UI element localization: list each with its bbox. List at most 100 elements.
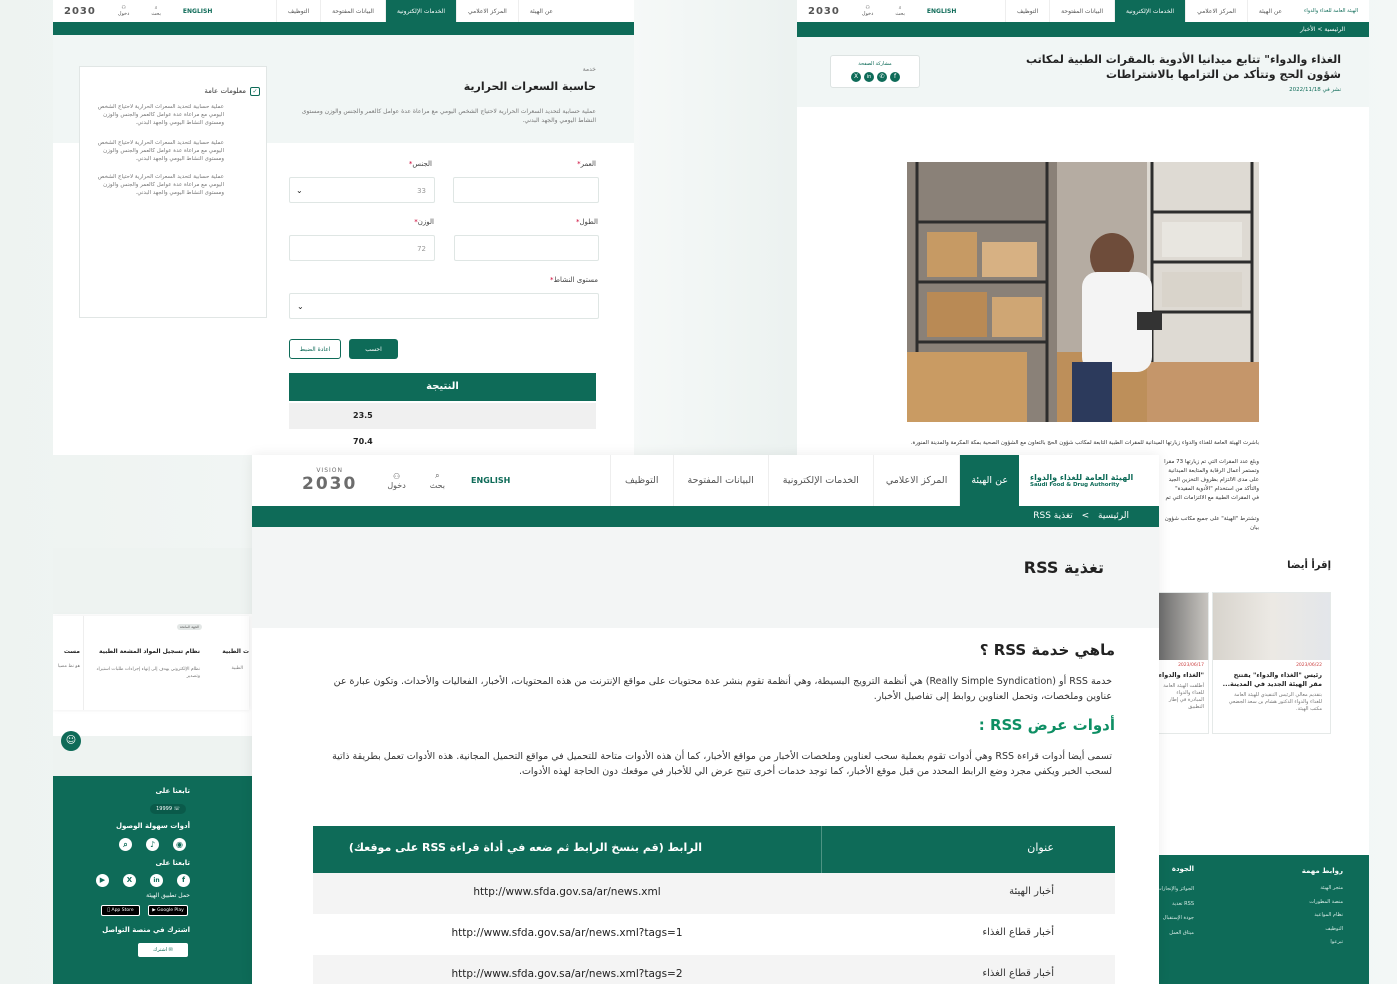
accessibility-fab-icon[interactable]: ☺ [61,731,81,751]
quality-link-3[interactable]: جودة الإستقبال [1157,911,1194,926]
whatsapp-icon[interactable]: ✆ [877,72,887,82]
x-icon[interactable]: X [123,874,136,887]
nav-item-eservices[interactable]: الخدمات الإلكترونية [1114,0,1186,22]
user-icon: ⚇ [392,471,401,481]
related-text-1: بتقديم معالي الرئيس التنفيذي للهيئة العا… [1228,692,1322,712]
login-button[interactable]: ⚇ دخول [107,0,141,22]
facebook-icon[interactable]: f [890,72,900,82]
quality-title: الجودة [1171,865,1194,873]
search-button[interactable]: ⌕ بحث [418,455,457,506]
nav-item-eservices[interactable]: الخدمات الإلكترونية [767,455,873,506]
top-navigation: الهيئة العامة للغذاء والدواء Saudi Food … [252,455,1159,506]
accessibility-title: أدوات سهولة الوصول [115,822,190,830]
nav-item-jobs[interactable]: التوظيف [275,0,320,22]
related-photo-2 [1158,593,1208,660]
row-link[interactable]: http://www.sfda.gov.sa/ar/news.xml?tags=… [313,927,821,939]
vision-2030-logo: 2030 [64,5,96,17]
share-box: مشاركة الصفحة X in ✆ f [830,55,920,88]
breadcrumb-home[interactable]: الرئيسية [1098,511,1129,521]
activity-select[interactable]: ⌄ [289,293,599,319]
info-text-2: عملية حسابية لتحديد السعرات الحرارية لاح… [97,140,224,162]
zoom-icon[interactable]: ⌕ [119,838,132,851]
download-app-title: حمل تطبيق الهيئة [146,892,190,899]
x-icon[interactable]: X [851,72,861,82]
nav-item-media[interactable]: المركز الاعلامي [456,0,518,22]
google-play-button[interactable]: ▶ Google Play [148,905,188,916]
row-link[interactable]: http://www.sfda.gov.sa/ar/news.xml?tags=… [313,968,821,980]
breadcrumb-news[interactable]: الأخبار [1300,26,1315,33]
footer-link-5[interactable]: تبرعوا [1309,936,1343,950]
calculate-button[interactable]: احسب [349,339,398,359]
quality-link-4[interactable]: ميثاق العمل [1157,926,1194,941]
english-link[interactable]: ENGLISH [172,0,223,22]
subscribe-title: اشترك في منصة التواصل [102,926,190,934]
nav-item-jobs[interactable]: التوظيف [609,455,673,506]
nav-item-opendata[interactable]: البيانات المفتوحة [320,0,385,22]
facebook-icon[interactable]: f [177,874,190,887]
quality-link-2[interactable]: RSS تغذية [1157,897,1194,912]
rss-header-band [252,527,1159,628]
chevron-down-icon: ⌄ [297,302,304,311]
column-link-header: الرابط (قم بنسخ الرابط ثم ضعه في أداة قر… [348,841,702,854]
nav-item-media[interactable]: المركز الاعلامي [872,455,959,506]
related-news-card-2[interactable]: 2023/06/17 "الغذاء والدواء" سلامة الأغذ … [1157,592,1209,734]
nav-item-eservices[interactable]: الخدمات الإلكترونية [384,0,457,22]
row-link[interactable]: http://www.sfda.gov.sa/ar/news.xml [313,886,821,898]
footer-link-1[interactable]: متجر الهيئة [1309,882,1343,896]
speaker-icon[interactable]: ♪ [146,838,159,851]
service-card[interactable]: مست هو نظ مضيا الجهة المانحة نظام تسجيل … [53,616,249,710]
rss-tools-paragraph: تسمى أيضا أدوات قراءة RSS وهي أدوات تقوم… [332,751,1112,777]
english-link[interactable]: ENGLISH [457,455,524,506]
sfda-logo[interactable]: الهيئة العامة للغذاء والدواء Saudi Food … [1019,455,1159,506]
column-title-header: عنوان [1027,841,1054,854]
gender-select[interactable]: ⌄ 33 [289,177,435,203]
height-input[interactable] [454,235,599,261]
age-input[interactable] [453,177,599,203]
read-also-title: إقرأ أيضا [1287,560,1331,571]
hotline-badge[interactable]: 19999 ☏ [150,804,186,814]
nav-item-opendata[interactable]: البيانات المفتوحة [672,455,768,506]
row-title: أخبار قطاع الغذاء [982,968,1054,979]
gender-label: الجنس* [408,160,432,168]
login-button[interactable]: ⚇ دخول [375,455,417,506]
subscribe-button[interactable]: اشترك ✉ [138,943,188,957]
quality-link-1[interactable]: الجوائز والإنجازات [1157,882,1194,897]
youtube-icon[interactable]: ▶ [96,874,109,887]
footer-link-4[interactable]: التوظيف [1309,923,1343,937]
eye-icon[interactable]: ◉ [173,838,186,851]
share-label: مشاركة الصفحة [858,61,892,67]
related-news-card-1[interactable]: 2023/06/22 رئيس "الغذاء والدواء" يفتتح م… [1212,592,1331,734]
nav-item-about[interactable]: عن الهيئة [517,0,564,22]
app-store-button[interactable]:  App Store [101,905,140,916]
breadcrumb-current: تغذية RSS [1033,511,1073,521]
reset-button[interactable]: اعادة الضبط [289,339,341,359]
nav-item-about[interactable]: عن الهيئة [959,455,1019,506]
cut-service-title: مست [63,648,80,655]
login-button[interactable]: ⚇ دخول [851,0,885,22]
table-row: أخبار قطاع الغذاء http://www.sfda.gov.sa… [313,955,1115,984]
breadcrumb-bar: الرئيسية > الأخبار [797,22,1369,37]
info-title: معلومات عامة [204,87,246,95]
english-link[interactable]: ENGLISH [916,0,967,22]
follow-title: تابعنا على [155,787,190,795]
search-button[interactable]: ⌕ بحث [140,0,172,22]
weight-input[interactable]: 72 [289,235,435,261]
calorie-calculator-page: عن الهيئة المركز الاعلامي الخدمات الإلكت… [53,0,634,455]
service-text: نظام الإلكتروني يهدف إلى إنهاء إجراءات ط… [96,667,200,679]
footer-link-2[interactable]: منصة المطورات [1309,896,1343,910]
green-strip [53,22,634,35]
footer-link-3[interactable]: نظام المواعيد [1309,909,1343,923]
nav-item-about[interactable]: عن الهيئة [1246,0,1293,22]
general-info-box: معلومات عامة ✓ عملية حسابية لتحديد السعر… [79,66,267,318]
linkedin-icon[interactable]: in [864,72,874,82]
nav-item-opendata[interactable]: البيانات المفتوحة [1049,0,1114,22]
nav-item-media[interactable]: المركز الاعلامي [1185,0,1247,22]
linkedin-icon[interactable]: in [150,874,163,887]
cut-service-text: هو نظ مضيا [57,664,80,669]
nav-item-jobs[interactable]: التوظيف [1004,0,1049,22]
search-button[interactable]: ⌕ بحث [884,0,916,22]
follow-title-2: تابعنا على [155,859,190,867]
breadcrumb-home[interactable]: الرئيسية [1324,26,1345,33]
services-page-fragment: مست هو نظ مضيا الجهة المانحة نظام تسجيل … [53,548,253,984]
info-icon: ✓ [250,87,260,96]
